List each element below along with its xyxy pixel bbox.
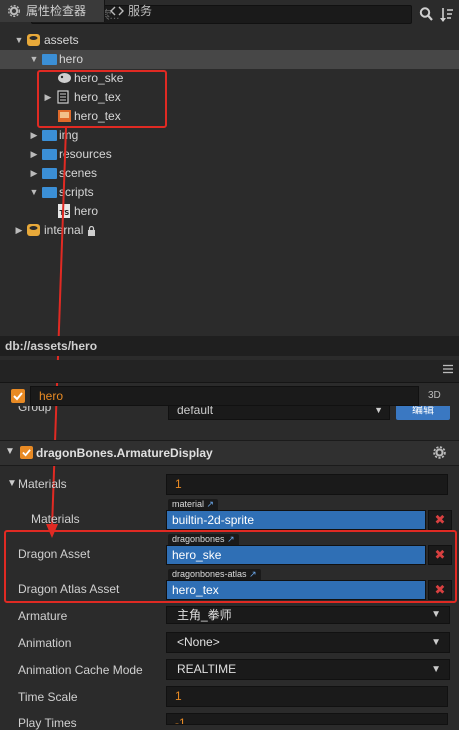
services-icon bbox=[110, 6, 124, 16]
animation-label: Animation bbox=[18, 636, 72, 650]
group-select[interactable]: default ▼ bbox=[168, 406, 390, 420]
group-value: default bbox=[177, 406, 214, 417]
component-title: dragonBones.ArmatureDisplay bbox=[36, 446, 213, 460]
highlight-box-inspector bbox=[4, 530, 457, 603]
folder-icon bbox=[42, 149, 57, 160]
material-tag-text: material bbox=[172, 499, 205, 509]
tree-item-label: scripts bbox=[59, 185, 94, 199]
play-times-input[interactable]: -1 bbox=[166, 713, 448, 725]
tree-item-img[interactable]: ▶ img bbox=[0, 126, 459, 145]
tree-item-label: internal bbox=[44, 223, 84, 237]
tree-item-label: hero bbox=[74, 204, 99, 218]
gear-icon bbox=[8, 5, 20, 17]
tree-item-resources[interactable]: ▶ resources bbox=[0, 145, 459, 164]
tree-item-label: hero bbox=[59, 52, 84, 66]
folder-icon bbox=[42, 130, 57, 141]
menu-icon[interactable] bbox=[442, 364, 454, 374]
database-icon bbox=[27, 34, 40, 46]
tree-item-hero-script[interactable]: TS hero bbox=[0, 202, 459, 221]
gear-icon[interactable] bbox=[433, 446, 446, 459]
time-scale-input[interactable]: 1 bbox=[166, 686, 448, 707]
expand-arrow-icon[interactable]: ▶ bbox=[29, 126, 39, 145]
materials-count-input[interactable]: 1 bbox=[166, 474, 448, 495]
tab-label: 属性检查器 bbox=[26, 4, 87, 18]
material-item-label: Materials bbox=[31, 512, 80, 526]
tree-item-label: scenes bbox=[59, 166, 98, 180]
group-label: Group bbox=[18, 406, 52, 414]
materials-expand-arrow-icon[interactable]: ▼ bbox=[7, 478, 17, 489]
typescript-file-icon: TS bbox=[58, 204, 70, 218]
expand-arrow-icon[interactable]: ▶ bbox=[29, 164, 39, 183]
armature-value: 主角_拳师 bbox=[177, 608, 232, 622]
svg-text:TS: TS bbox=[60, 209, 70, 217]
animation-cache-mode-select[interactable]: REALTIME ▼ bbox=[166, 659, 450, 680]
armature-select[interactable]: 主角_拳师 ▼ bbox=[166, 606, 450, 624]
tree-item-label: img bbox=[59, 128, 79, 142]
expand-arrow-icon[interactable]: ▶ bbox=[14, 221, 24, 240]
animation-cache-mode-label: Animation Cache Mode bbox=[18, 663, 143, 677]
tree-item-scenes[interactable]: ▶ scenes bbox=[0, 164, 459, 183]
tree-item-assets[interactable]: ▼ assets bbox=[0, 31, 459, 50]
folder-icon bbox=[42, 187, 57, 198]
tab-inspector[interactable]: 属性检查器 bbox=[0, 0, 105, 22]
material-asset-field[interactable]: builtin-2d-sprite bbox=[166, 510, 426, 530]
play-times-label: Play Times bbox=[18, 716, 77, 730]
database-icon bbox=[27, 224, 40, 236]
toggle-3d-button[interactable]: 3D bbox=[428, 390, 441, 401]
expand-arrow-icon[interactable]: ▼ bbox=[29, 50, 39, 69]
folder-icon bbox=[42, 168, 57, 179]
animation-value: <None> bbox=[177, 635, 220, 649]
tree-item-label: assets bbox=[44, 33, 79, 47]
chevron-down-icon: ▼ bbox=[431, 664, 441, 675]
node-active-checkbox[interactable] bbox=[11, 389, 25, 403]
panel-tabbar bbox=[0, 360, 459, 383]
armature-label: Armature bbox=[18, 609, 68, 623]
expand-arrow-icon[interactable]: ▼ bbox=[14, 31, 24, 50]
chevron-down-icon: ▼ bbox=[374, 406, 383, 415]
chevron-down-icon: ▼ bbox=[431, 609, 441, 620]
checkmark-icon bbox=[13, 392, 23, 401]
materials-label: Materials bbox=[18, 477, 67, 491]
tree-item-scripts[interactable]: ▼ scripts bbox=[0, 183, 459, 202]
chevron-down-icon: ▼ bbox=[431, 637, 441, 648]
animation-select[interactable]: <None> ▼ bbox=[166, 632, 450, 653]
tree-item-internal[interactable]: ▶ internal bbox=[0, 221, 459, 240]
highlight-box-tree bbox=[37, 70, 167, 128]
cache-mode-value: REALTIME bbox=[177, 662, 237, 676]
collapse-arrow-icon[interactable]: ▼ bbox=[5, 446, 15, 457]
group-edit-button[interactable]: 编辑 bbox=[396, 406, 450, 420]
group-row: Group default ▼ 编辑 bbox=[0, 406, 459, 422]
open-link-icon[interactable]: ↗ bbox=[207, 499, 215, 509]
clear-material-button[interactable]: ✖ bbox=[428, 510, 452, 530]
time-scale-label: Time Scale bbox=[18, 690, 78, 704]
tab-label: 服务 bbox=[128, 4, 153, 18]
tree-item-hero-folder[interactable]: ▼ hero bbox=[0, 50, 459, 69]
checkmark-icon bbox=[22, 449, 31, 457]
folder-icon bbox=[42, 54, 57, 65]
expand-arrow-icon[interactable]: ▼ bbox=[29, 183, 39, 202]
asset-path: db://assets/hero bbox=[0, 336, 459, 356]
search-icon[interactable] bbox=[419, 6, 433, 22]
material-type-tag: material ↗ bbox=[168, 499, 219, 510]
sort-icon[interactable] bbox=[440, 7, 454, 23]
expand-arrow-icon[interactable]: ▶ bbox=[29, 145, 39, 164]
lock-icon bbox=[88, 226, 95, 236]
tab-services[interactable]: 服务 bbox=[106, 0, 166, 22]
tree-item-label: resources bbox=[59, 147, 112, 161]
component-enabled-checkbox[interactable] bbox=[20, 446, 33, 459]
node-name-input[interactable]: hero bbox=[30, 386, 419, 406]
